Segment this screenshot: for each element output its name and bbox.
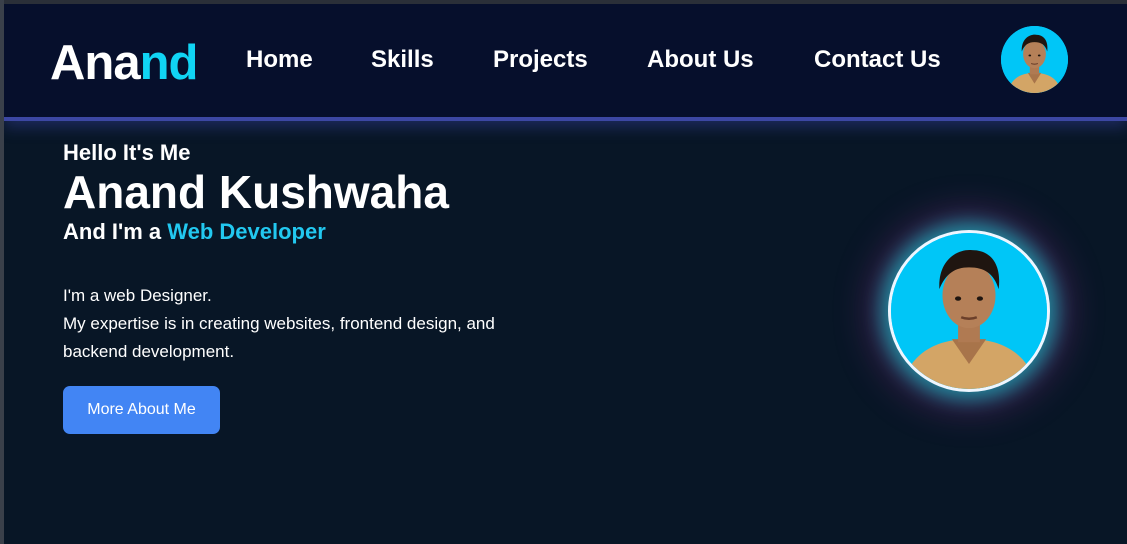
hero-desc-line2: My expertise is in creating websites, fr… [63,314,495,361]
nav-link-skills[interactable]: Skills [371,46,434,74]
portfolio-page: Anand Home Skills Projects About Us Cont… [4,4,1127,544]
hero-greeting: Hello It's Me [63,140,191,165]
hero-profile-photo [888,230,1050,392]
hero-name: Anand Kushwaha [63,166,449,218]
hero-section: Hello It's Me Anand Kushwaha And I'm a W… [63,140,623,366]
hero-description: I'm a web Designer. My expertise is in cr… [63,282,543,366]
profile-photo-icon[interactable] [1001,26,1068,93]
hero-role: And I'm a Web Developer [63,218,623,246]
more-about-me-button[interactable]: More About Me [63,386,220,434]
nav-link-contact-us[interactable]: Contact Us [814,46,941,74]
logo-main-text: Ana [50,36,141,90]
site-logo[interactable]: Anand [50,35,199,91]
hero-role-highlight: Web Developer [167,219,326,244]
nav-link-home[interactable]: Home [246,46,313,74]
nav-link-projects[interactable]: Projects [493,46,588,74]
navbar: Anand Home Skills Projects About Us Cont… [4,4,1127,121]
logo-accent-text: nd [139,36,199,90]
hero-role-prefix: And I'm a [63,219,168,244]
nav-link-about-us[interactable]: About Us [647,46,754,74]
hero-desc-line1: I'm a web Designer. [63,286,212,305]
